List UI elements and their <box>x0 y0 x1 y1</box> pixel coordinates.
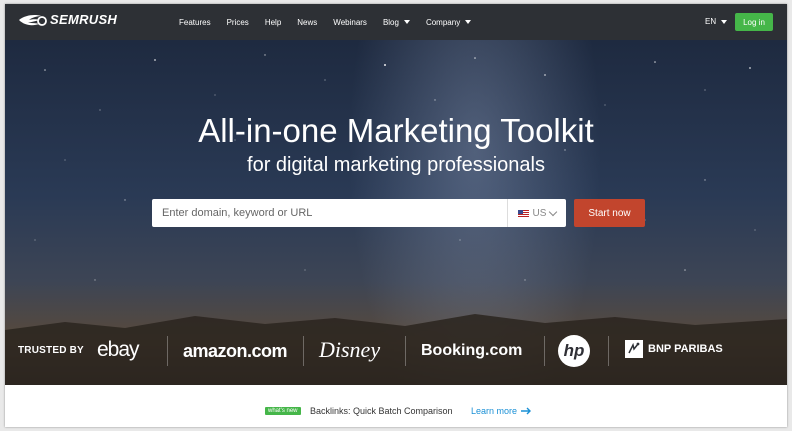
nav-features[interactable]: Features <box>179 18 211 27</box>
nav-help[interactable]: Help <box>265 18 281 27</box>
nav-company-label: Company <box>425 17 461 27</box>
disney-logo: Disney <box>319 337 381 362</box>
page-frame: SEMRUSH Features Prices Help News Webina… <box>5 4 787 427</box>
booking-logo: Booking.com <box>421 342 523 359</box>
hero-headline: All-in-one Marketing Toolkit <box>198 112 594 149</box>
language-selector[interactable]: EN <box>705 17 728 26</box>
learn-more-link[interactable]: Learn more <box>471 406 532 416</box>
nav-news[interactable]: News <box>297 18 317 27</box>
news-headline: Backlinks: Quick Batch Comparison <box>310 406 453 416</box>
trusted-by-label: TRUSTED BY <box>18 345 84 356</box>
bnp-paribas-logo: BNP PARIBAS <box>625 340 723 358</box>
main-menu: Features Prices Help News Webinars Blog … <box>179 4 487 40</box>
logo-divider <box>167 336 168 366</box>
whats-new-badge: what's new <box>265 407 301 415</box>
semrush-flame-icon <box>17 13 47 27</box>
logo-divider <box>303 336 304 366</box>
nav-blog[interactable]: Blog <box>383 18 410 27</box>
nav-webinars[interactable]: Webinars <box>333 18 367 27</box>
search-input[interactable] <box>152 199 507 227</box>
learn-more-label: Learn more <box>471 406 518 416</box>
logo-divider <box>405 336 406 366</box>
amazon-logo: amazon.com <box>183 341 288 361</box>
logo-wordmark: SEMRUSH <box>50 12 118 27</box>
login-button[interactable]: Log in <box>735 13 773 31</box>
caret-down-icon <box>403 20 410 24</box>
country-selector[interactable]: US <box>507 199 566 227</box>
logo-divider <box>608 336 609 366</box>
chevron-down-icon <box>549 207 558 216</box>
whats-new-bar: what's new Backlinks: Quick Batch Compar… <box>5 385 787 427</box>
logo-divider <box>544 336 545 366</box>
caret-down-icon <box>721 19 728 24</box>
caret-down-icon <box>465 20 472 24</box>
bnp-paribas-text: BNP PARIBAS <box>648 343 723 355</box>
nav-blog-label: Blog <box>382 17 399 27</box>
search-bar: US <box>152 199 566 227</box>
start-now-button[interactable]: Start now <box>574 199 645 227</box>
us-flag-icon <box>517 209 529 217</box>
hp-logo: hp <box>558 335 590 367</box>
country-label: US <box>532 207 547 219</box>
hero-subheadline: for digital marketing professionals <box>247 154 545 176</box>
arrow-right-icon <box>521 407 532 415</box>
nav-prices[interactable]: Prices <box>227 18 249 27</box>
top-navbar: SEMRUSH Features Prices Help News Webina… <box>5 4 787 40</box>
nav-company[interactable]: Company <box>425 17 472 27</box>
ebay-logo: ebay <box>97 338 140 361</box>
language-label: EN <box>705 17 717 26</box>
semrush-logo[interactable]: SEMRUSH <box>17 12 117 27</box>
hero-section: All-in-one Marketing Toolkit for digital… <box>5 40 787 385</box>
bnp-stars-icon <box>625 340 643 358</box>
